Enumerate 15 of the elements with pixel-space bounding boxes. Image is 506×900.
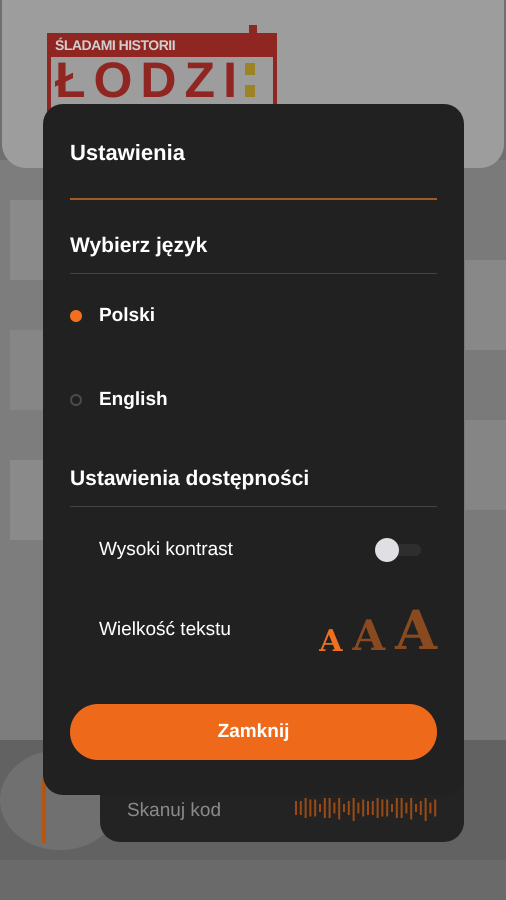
accent-bar [42, 780, 46, 843]
toggle-switch[interactable] [375, 537, 421, 563]
section-heading: Wybierz język [70, 233, 208, 259]
option-label: Wielkość tekstu [99, 619, 231, 641]
language-option[interactable]: Polski [99, 305, 155, 327]
logo-title: ŁODZI [54, 57, 245, 103]
language-option[interactable]: English [99, 389, 168, 411]
option-label: Wysoki kontrast [99, 539, 233, 561]
logo-dots-icon [244, 63, 255, 97]
text-size-option[interactable]: A [319, 627, 342, 657]
scan-label: Skanuj kod [127, 800, 222, 822]
close-button[interactable]: Zamknij [70, 704, 437, 760]
logo-subtitle: ŚLADAMI HISTORII [55, 37, 176, 53]
section-heading: Ustawienia dostępności [70, 466, 310, 492]
dialog-title: Ustawienia [70, 139, 186, 167]
